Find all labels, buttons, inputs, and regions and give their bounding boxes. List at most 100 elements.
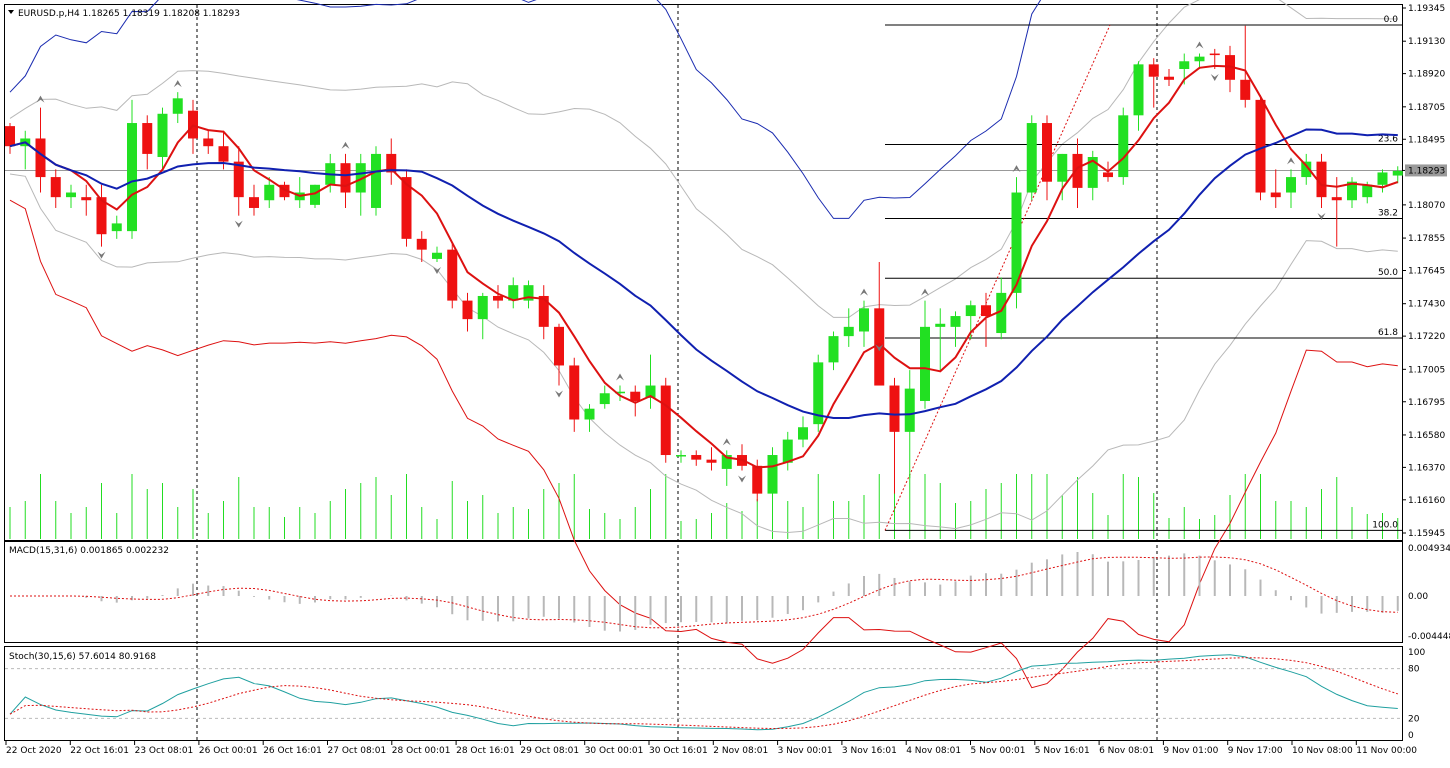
price-label: 1.19130: [1408, 37, 1445, 47]
candle-bull: [965, 305, 976, 317]
candle-bull: [859, 308, 869, 332]
candle-bull: [828, 336, 839, 363]
time-label: 29 Oct 08:01: [520, 746, 579, 756]
time-label: 6 Nov 08:01: [1099, 746, 1154, 756]
time-label: 4 Nov 08:01: [906, 746, 961, 756]
candle-bear: [340, 163, 351, 193]
candle-bull: [584, 408, 595, 420]
candle-bull: [371, 153, 381, 208]
candle-bear: [5, 126, 15, 147]
candle-bull: [950, 316, 961, 327]
candle-bull: [1286, 177, 1296, 193]
candle-bear: [233, 161, 244, 198]
candle-bear: [752, 465, 763, 494]
price-label: 1.17430: [1408, 300, 1445, 310]
candle-bull: [1194, 56, 1205, 62]
candle-bear: [706, 459, 717, 463]
stoch-axis-label: 20: [1408, 714, 1420, 724]
candle-bear: [203, 138, 214, 147]
candle-bear: [691, 455, 702, 460]
fibo-level-label: 61.8: [1378, 328, 1398, 338]
candle-bear: [249, 197, 259, 208]
candle-bull: [935, 323, 946, 327]
candle-bear: [1240, 79, 1251, 100]
candle-bear: [1331, 197, 1342, 201]
price-label: 1.17220: [1408, 332, 1445, 342]
candle-bear: [554, 326, 564, 366]
candle-bear: [447, 249, 458, 301]
time-label: 22 Oct 16:01: [70, 746, 129, 756]
price-label: 1.16160: [1408, 496, 1445, 506]
candle-bull: [127, 123, 137, 232]
candle-bull: [66, 192, 76, 198]
macd-axis-label: -0.004448: [1408, 632, 1450, 642]
candle-bear: [218, 146, 229, 162]
trading-chart[interactable]: 0.0 23.6 38.2 50.0 61.8 100.0 1.19345 1.19130 1…: [0, 0, 1450, 763]
candle-bear: [35, 138, 46, 178]
stoch-axis-label: 100: [1408, 648, 1425, 658]
candle-bull: [477, 295, 488, 320]
time-label: 9 Nov 01:00: [1163, 746, 1218, 756]
candle-bull: [798, 427, 808, 440]
time-label: 27 Oct 08:01: [328, 746, 387, 756]
price-label: 1.16795: [1408, 398, 1445, 408]
candle-bull: [111, 223, 122, 232]
candle-bull: [1362, 184, 1373, 198]
macd-axis-label: 0.004934: [1408, 544, 1450, 554]
candle-bear: [889, 385, 900, 432]
time-label: 23 Oct 08:01: [135, 746, 194, 756]
price-label: 1.17855: [1408, 234, 1445, 244]
time-label: 5 Nov 16:01: [1035, 746, 1090, 756]
time-label: 5 Nov 00:01: [971, 746, 1026, 756]
candle-bull: [920, 326, 930, 401]
candle-bull: [264, 184, 275, 201]
fibo-level-label: 50.0: [1378, 268, 1398, 278]
candle-bear: [493, 295, 503, 301]
candle-bull: [172, 98, 183, 114]
price-label: 1.15945: [1408, 529, 1445, 539]
price-label: 1.17005: [1408, 365, 1445, 375]
time-label: 26 Oct 16:01: [263, 746, 322, 756]
candle-bear: [1209, 53, 1220, 56]
time-label: 3 Nov 00:01: [778, 746, 833, 756]
candle-bear: [1164, 76, 1174, 80]
stoch-header: Stoch(30,15,6) 57.6014 80.9168: [9, 652, 156, 662]
candle-bull: [767, 455, 778, 494]
current-price-label: 1.18293: [1408, 166, 1445, 176]
price-label: 1.18495: [1408, 135, 1445, 145]
candle-bull: [1377, 172, 1388, 185]
time-label: 30 Oct 16:01: [649, 746, 708, 756]
candle-bull: [157, 113, 168, 158]
price-label: 1.16580: [1408, 431, 1445, 441]
time-label: 10 Nov 08:00: [1292, 746, 1353, 756]
candle-bear: [1042, 123, 1052, 182]
time-label: 28 Oct 00:01: [392, 746, 451, 756]
candle-bear: [1148, 64, 1159, 77]
price-label: 1.19345: [1408, 4, 1445, 14]
time-label: 9 Nov 17:00: [1228, 746, 1283, 756]
candle-bull: [1057, 153, 1068, 182]
price-label: 1.16370: [1408, 463, 1445, 473]
chart-canvas[interactable]: 0.0 23.6 38.2 50.0 61.8 100.0 1.19345 1.19130 1…: [0, 0, 1450, 763]
candle-bull: [1179, 61, 1190, 69]
candle-bull: [599, 393, 610, 405]
time-label: 3 Nov 16:01: [842, 746, 897, 756]
stoch-axis-label: 80: [1408, 665, 1420, 675]
time-label: 11 Nov 00:00: [1356, 746, 1417, 756]
candle-bear: [981, 305, 991, 317]
candle-bear: [1072, 153, 1083, 188]
candle-bull: [676, 455, 686, 457]
candle-bear: [81, 197, 92, 201]
time-label: 22 Oct 2020: [6, 746, 62, 756]
candle-bear: [630, 391, 641, 401]
main-header: EURUSD.p,H4 1.18265 1.18319 1.18208 1.18…: [18, 9, 240, 19]
candle-bull: [1026, 123, 1037, 193]
candle-bull: [1133, 64, 1144, 116]
time-label: 28 Oct 16:01: [456, 746, 515, 756]
candle-bull: [904, 388, 915, 432]
price-label: 1.18920: [1408, 70, 1445, 80]
candle-bull: [1392, 170, 1403, 176]
fibo-level-label: 23.6: [1378, 135, 1398, 145]
fibo-level-label: 38.2: [1378, 208, 1398, 218]
price-label: 1.18070: [1408, 201, 1445, 211]
